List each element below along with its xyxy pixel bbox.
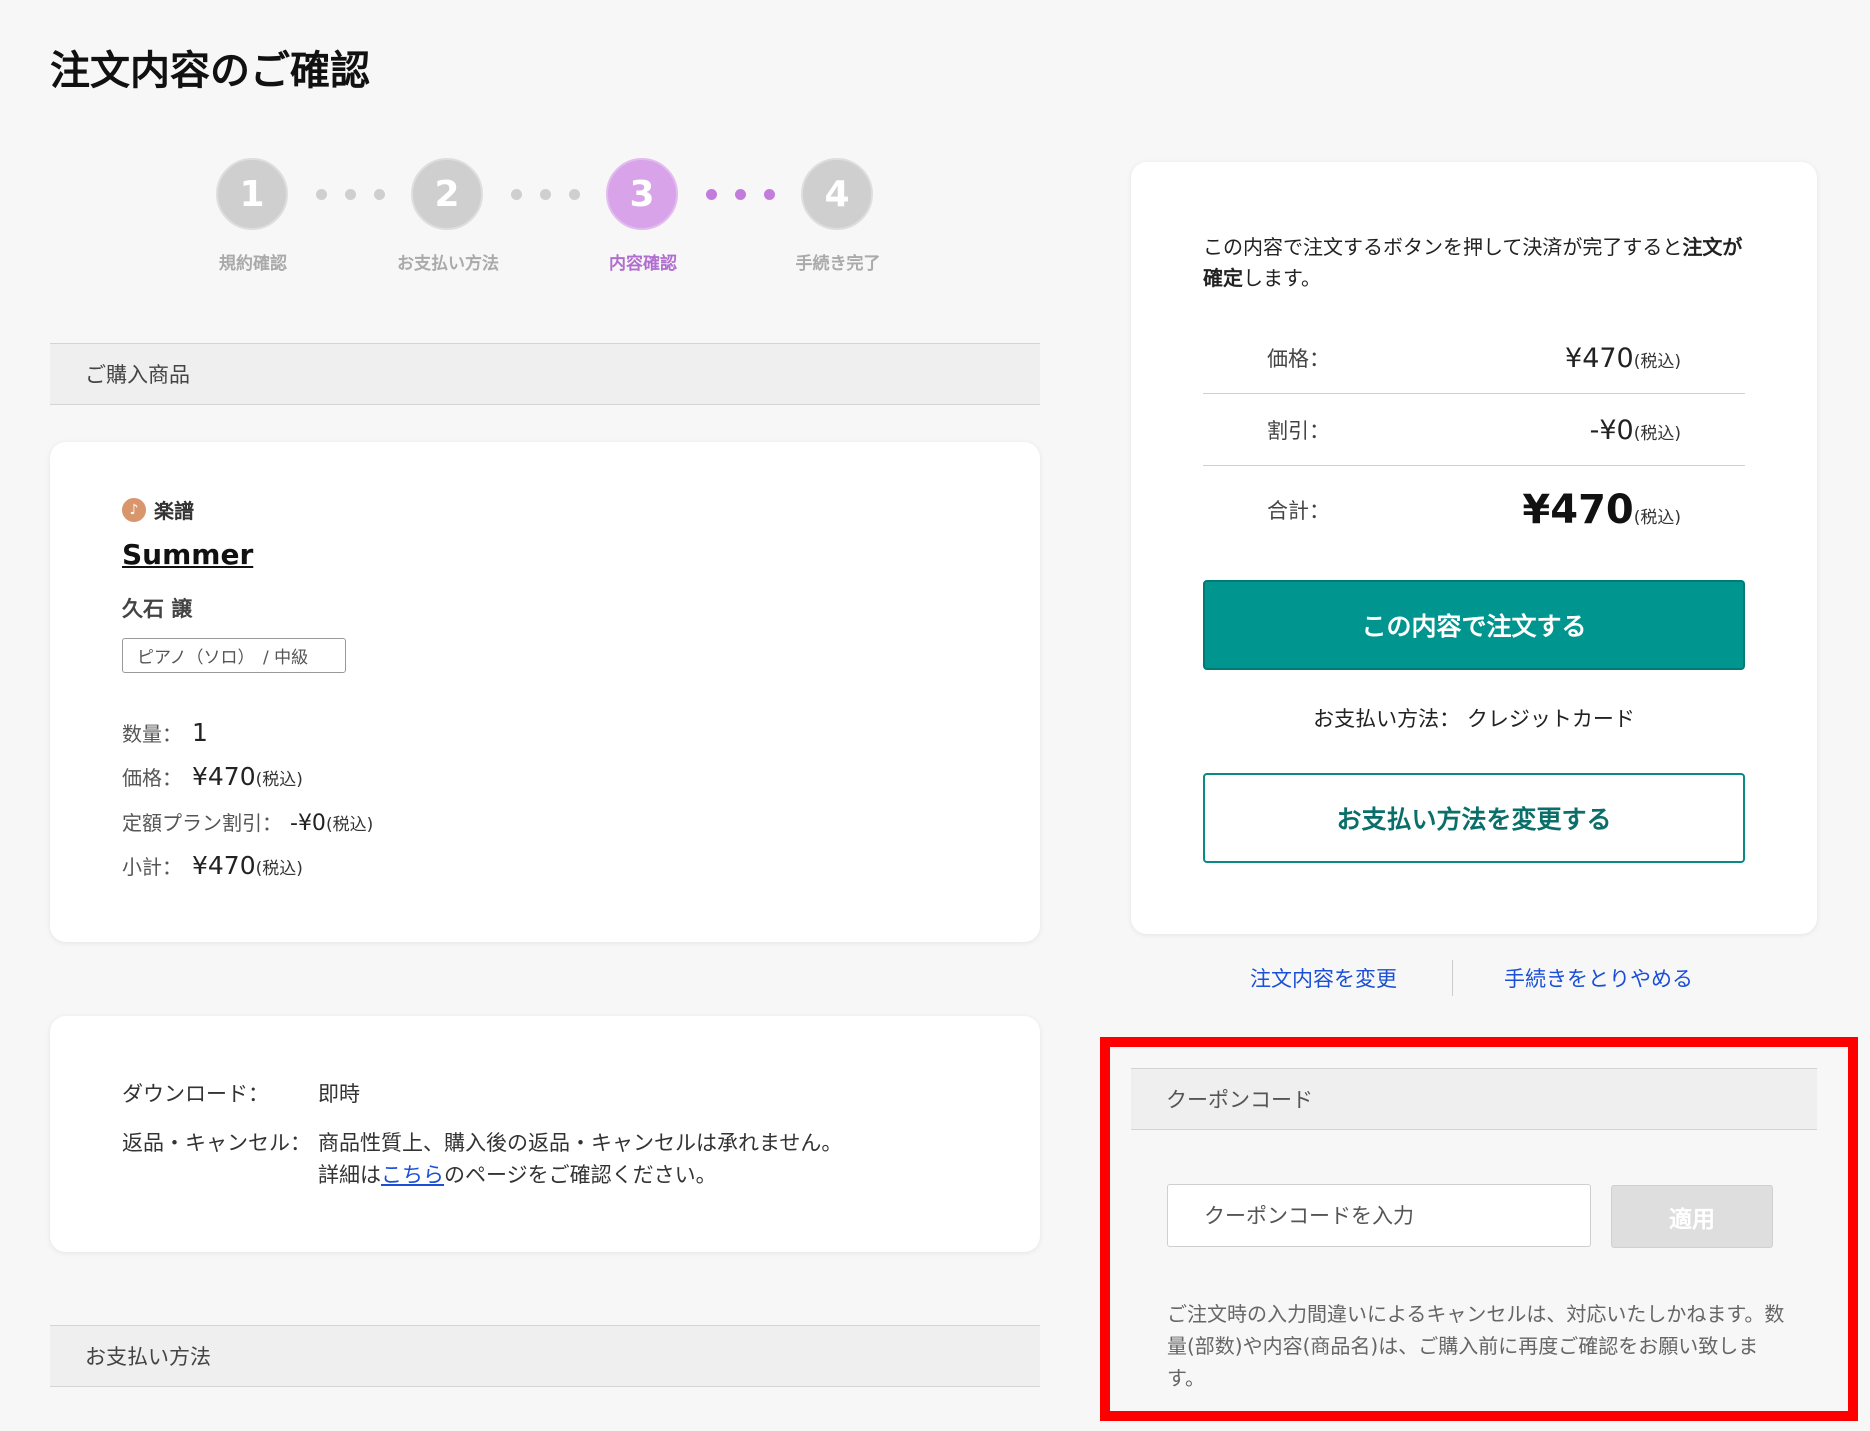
place-order-button[interactable]: この内容で注文する (1203, 580, 1745, 670)
download-value: 即時 (318, 1082, 360, 1106)
product-artist: 久石 譲 (122, 597, 193, 621)
step-label-2: お支払い方法 (397, 254, 499, 274)
subtotal-value: ¥470 (192, 851, 256, 880)
product-category: ♪ 楽譜 (122, 495, 194, 524)
change-order-link[interactable]: 注文内容を変更 (1250, 963, 1397, 993)
tax-note: (税込) (1633, 423, 1681, 444)
step-number: 3 (629, 173, 655, 215)
summary-price-row: 価格： ¥470(税込) (1203, 338, 1745, 378)
detail-prefix: 詳細は (318, 1163, 381, 1187)
download-row: ダウンロード： 即時 (122, 1078, 360, 1108)
summary-price-label: 価格： (1267, 347, 1330, 371)
discount-row: 定額プラン割引： -¥0 (税込) (122, 807, 373, 836)
subtotal-label: 小計： (122, 855, 182, 879)
discount-label: 定額プラン割引： (122, 811, 282, 835)
step-2: 2 (411, 158, 483, 230)
quantity-label: 数量： (122, 722, 182, 746)
tax-note: (税込) (1633, 351, 1681, 372)
product-title-link[interactable]: Summer (122, 538, 253, 571)
step-number: 4 (824, 173, 850, 215)
payment-method-value: クレジットカード (1466, 707, 1635, 731)
price-row: 価格： ¥470 (税込) (122, 762, 303, 791)
summary-total-value: ¥470 (1522, 487, 1634, 533)
payment-method-display: お支払い方法： クレジットカード (1203, 703, 1745, 733)
step-3-current: 3 (606, 158, 678, 230)
notice-text-end: します。 (1243, 266, 1321, 290)
summary-total-row: 合計： ¥470(税込) (1203, 484, 1745, 536)
quantity-value: 1 (192, 718, 208, 747)
return-row: 返品・キャンセル： 商品性質上、購入後の返品・キャンセルは承れません。 (122, 1127, 842, 1157)
summary-total-label: 合計： (1267, 499, 1330, 523)
notice-text: この内容で注文するボタンを押して決済が完了すると (1203, 235, 1683, 259)
step-label-3: 内容確認 (609, 254, 677, 274)
payment-section-header: お支払い方法 (50, 1325, 1040, 1387)
detail-link[interactable]: こちら (381, 1159, 444, 1189)
detail-suffix: のページをご確認ください。 (444, 1163, 717, 1187)
payment-method-label: お支払い方法： (1313, 707, 1461, 731)
quantity-row: 数量： 1 (122, 718, 208, 747)
return-value: 商品性質上、購入後の返品・キャンセルは承れません。 (318, 1131, 843, 1155)
divider (1203, 465, 1745, 466)
price-label: 価格： (122, 766, 182, 790)
summary-discount-value: -¥0 (1589, 414, 1634, 446)
section-title: ご購入商品 (85, 363, 190, 387)
price-value: ¥470 (192, 762, 256, 791)
summary-price-value: ¥470 (1565, 342, 1634, 374)
order-notice: この内容で注文するボタンを押して決済が完了すると注文が確定します。 (1203, 232, 1751, 294)
summary-discount-row: 割引： -¥0(税込) (1203, 410, 1745, 450)
cancel-procedure-link[interactable]: 手続きをとりやめる (1504, 963, 1693, 993)
step-1: 1 (216, 158, 288, 230)
divider (1203, 393, 1745, 394)
section-title: お支払い方法 (85, 1345, 211, 1369)
discount-value: -¥0 (290, 811, 326, 836)
step-4: 4 (801, 158, 873, 230)
step-number: 1 (239, 173, 265, 215)
product-tag: ピアノ（ソロ） / 中級 (122, 638, 346, 673)
download-label: ダウンロード： (122, 1082, 269, 1106)
step-label-4: 手続き完了 (795, 254, 881, 274)
change-payment-button[interactable]: お支払い方法を変更する (1203, 773, 1745, 863)
page-title: 注文内容のご確認 (50, 48, 370, 94)
step-number: 2 (434, 173, 460, 215)
tax-note: (税込) (325, 815, 374, 835)
music-note-icon: ♪ (122, 497, 146, 522)
return-label: 返品・キャンセル： (122, 1131, 311, 1155)
step-connector (511, 189, 580, 200)
step-connector (316, 189, 385, 200)
tax-note: (税込) (1633, 508, 1681, 528)
step-connector (706, 189, 775, 200)
tax-note: (税込) (255, 859, 303, 879)
detail-row: 詳細は こちら のページをご確認ください。 (318, 1159, 717, 1189)
link-separator (1452, 960, 1453, 996)
purchase-section-header: ご購入商品 (50, 343, 1040, 405)
subtotal-row: 小計： ¥470 (税込) (122, 851, 303, 880)
summary-discount-label: 割引： (1267, 419, 1330, 443)
tax-note: (税込) (255, 770, 303, 790)
highlight-annotation-box (1100, 1037, 1858, 1421)
category-label: 楽譜 (154, 499, 194, 523)
step-label-1: 規約確認 (219, 254, 287, 274)
